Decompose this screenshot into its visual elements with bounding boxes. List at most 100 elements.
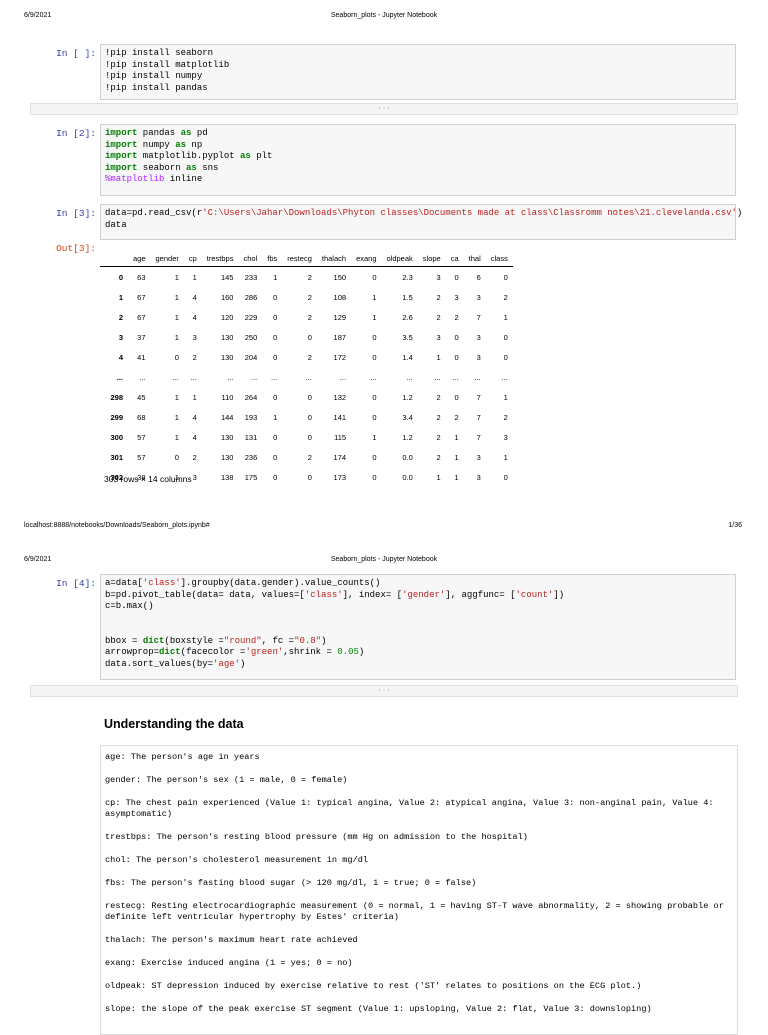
table-cell: 6 <box>476 272 481 282</box>
table-cell: 187 <box>333 332 347 342</box>
column-header: exang <box>351 250 382 267</box>
table-cell: 3 <box>476 332 481 342</box>
code-line: !pip install numpy <box>105 71 731 83</box>
column-header: cp <box>183 250 202 267</box>
table-cell: 0 <box>273 332 278 342</box>
row-index: 300 <box>110 432 123 442</box>
code-token: a=data[ <box>105 578 143 588</box>
table-cell: 0 <box>307 332 312 342</box>
table-cell: 0 <box>273 392 278 402</box>
table-cell: 233 <box>244 272 258 282</box>
table-cell: 3.4 <box>402 412 413 422</box>
table-cell: 1 <box>503 392 508 402</box>
row-index: ... <box>116 372 123 382</box>
code-line: !pip install matplotlib <box>105 60 731 72</box>
table-row: 2 67 1 4 120 229 0 2 129 1 2.6 2 2 7 1 <box>100 307 513 327</box>
table-cell: ... <box>271 372 278 382</box>
table-cell: 2 <box>307 292 312 302</box>
collapsed-output-1[interactable]: · · · <box>30 103 738 115</box>
table-cell: 7 <box>476 412 481 422</box>
code-token: 'class' <box>304 589 343 600</box>
feature-description: oldpeak: ST depression induced by exerci… <box>105 981 642 991</box>
table-cell: 2 <box>436 432 441 442</box>
table-cell: 3 <box>503 432 508 442</box>
code-token: import <box>105 139 138 150</box>
table-cell: 173 <box>333 472 347 482</box>
table-cell: 1 <box>454 472 459 482</box>
row-index: 4 <box>118 352 123 362</box>
table-cell: 1 <box>372 432 377 442</box>
table-cell: 236 <box>244 452 258 462</box>
code-token: as <box>175 139 187 150</box>
code-cell-2[interactable]: import pandas as pd import numpy as np imp… <box>100 124 736 196</box>
code-token: 'green' <box>245 647 284 657</box>
table-cell: 3 <box>476 292 481 302</box>
table-cell: 7 <box>476 392 481 402</box>
code-cell-4[interactable]: a=data[ 'class'].groupby(data.gender).val… <box>100 574 736 680</box>
table-row: 301 57 0 2 130 236 0 2 174 0 0.0 2 1 3 1 <box>100 447 513 467</box>
print-title: Seaborn_plots - Jupyter Notebook <box>330 556 438 563</box>
table-cell: 2 <box>307 352 312 362</box>
table-cell: ... <box>370 372 377 382</box>
code-token: !pip install numpy <box>105 71 203 81</box>
code-token: ) <box>321 635 327 646</box>
footer-page: 1/36 <box>728 522 742 529</box>
markdown-heading: Understanding the data <box>104 717 244 731</box>
feature-description: exang: Exercise induced angina (1 = yes;… <box>105 958 353 968</box>
code-line: c=b.max() <box>105 601 731 613</box>
code-token: data.sort_values(by= <box>105 658 214 669</box>
dataframe-output: age gender cp trestbps chol fbs restecg thalach… <box>100 250 513 487</box>
collapsed-output-4[interactable]: · · · <box>30 685 738 697</box>
table-cell: 1 <box>273 412 278 422</box>
code-token: (boxstyle = <box>164 635 224 646</box>
row-index: 2 <box>118 312 123 322</box>
code-token: c=b.max() <box>105 601 154 611</box>
table-cell: 0 <box>372 472 377 482</box>
table-cell: ... <box>190 372 197 382</box>
code-token: ].groupby(data.gender).value_counts() <box>180 578 381 588</box>
table-cell: 1 <box>503 312 508 322</box>
column-header: chol <box>238 250 263 267</box>
table-cell: 0 <box>273 312 278 322</box>
cell-prompt: In [ ]: <box>56 48 96 59</box>
table-cell: 130 <box>220 332 234 342</box>
table-cell: 1 <box>454 432 459 442</box>
table-cell: 2 <box>307 312 312 322</box>
code-token: dict <box>159 647 181 657</box>
code-line: b=pd.pivot_table(data= data, values=['cl… <box>105 590 731 602</box>
column-header: restecg <box>282 250 317 267</box>
column-header <box>100 250 128 267</box>
table-cell: 144 <box>220 412 234 422</box>
column-header: age <box>128 250 151 267</box>
code-token: %matplotlib <box>105 174 165 184</box>
table-cell: 0 <box>454 272 459 282</box>
table-cell: 2 <box>436 392 441 402</box>
table-cell: 0 <box>372 452 377 462</box>
table-cell: 172 <box>333 352 347 362</box>
table-cell: 193 <box>244 412 258 422</box>
table-cell: 0 <box>174 452 179 462</box>
table-cell: 1 <box>174 412 179 422</box>
table-cell: 250 <box>244 332 258 342</box>
table-cell: 1 <box>174 272 179 282</box>
code-token: 'count' <box>515 589 554 600</box>
code-line: import seaborn as sns <box>105 163 731 175</box>
table-cell: 4 <box>192 432 197 442</box>
table-cell: ... <box>250 372 258 382</box>
code-token: import <box>105 128 138 138</box>
row-index: 298 <box>110 392 123 402</box>
code-token: (facecolor = <box>180 647 246 657</box>
table-cell: ... <box>474 372 481 382</box>
code-token: as <box>186 162 197 173</box>
code-token: as <box>240 151 251 161</box>
table-cell: 286 <box>244 292 258 302</box>
code-token: pd <box>191 128 208 138</box>
output-prompt: Out[3]: <box>56 243 96 254</box>
code-cell-3[interactable]: data=pd.read_csv(r'C:\Users\Jahar\Downlo… <box>100 204 742 240</box>
table-cell: 0 <box>307 432 312 442</box>
code-token: pandas <box>137 128 181 138</box>
table-cell: 0.0 <box>402 472 413 482</box>
code-cell-1[interactable]: !pip install seaborn !pip install matplot… <box>100 44 736 100</box>
table-cell: 2.6 <box>402 312 413 322</box>
